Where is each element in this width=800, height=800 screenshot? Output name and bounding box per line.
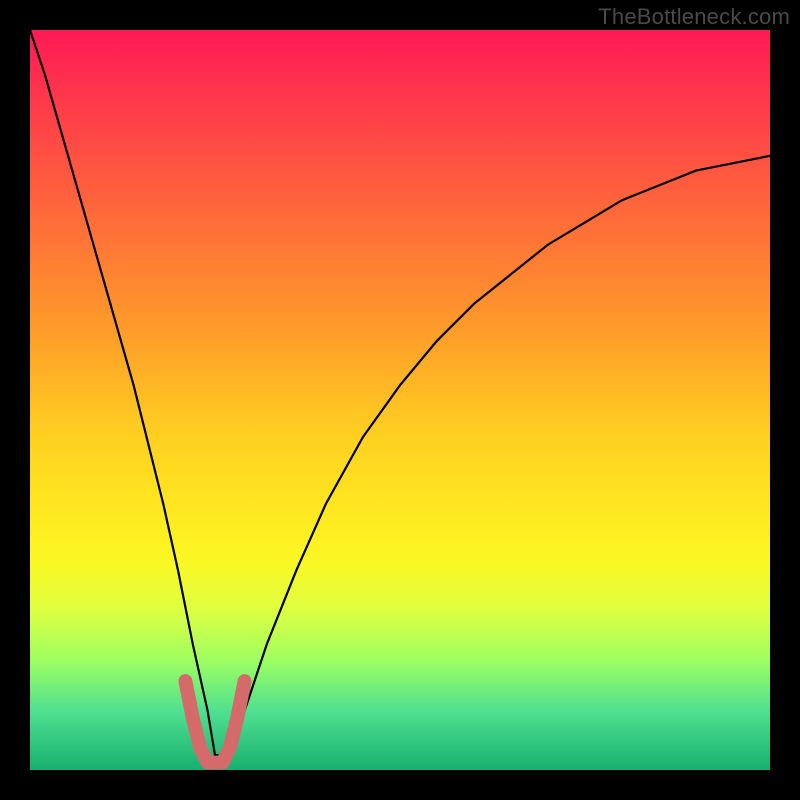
chart-svg	[30, 30, 770, 770]
chart-frame: TheBottleneck.com	[0, 0, 800, 800]
bottleneck-curve	[30, 30, 770, 755]
watermark-text: TheBottleneck.com	[598, 4, 790, 30]
